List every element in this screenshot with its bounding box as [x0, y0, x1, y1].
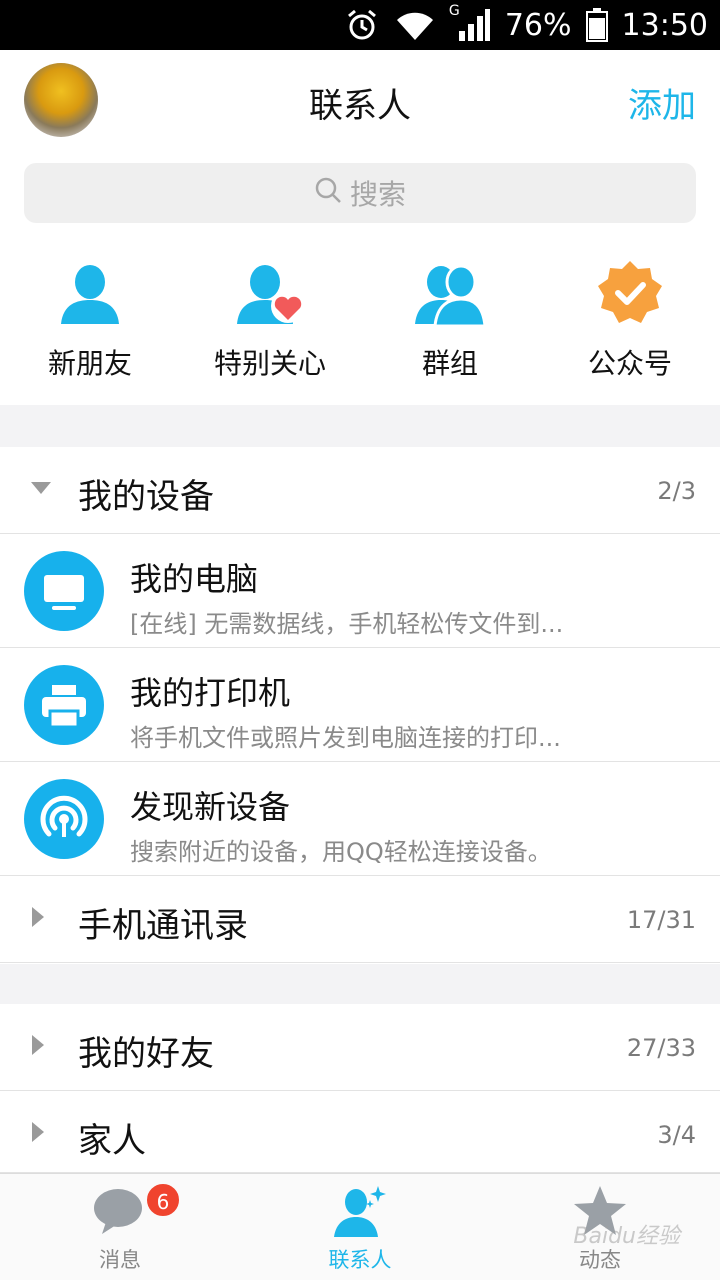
person-icon — [55, 258, 125, 328]
device-my-printer[interactable]: 我的打印机 将手机文件或照片发到电脑连接的打印... — [0, 648, 720, 762]
status-bar: G 76% 13:50 — [0, 0, 720, 50]
unread-badge: 6 — [145, 1182, 181, 1218]
group-phone-contacts[interactable]: 手机通讯录 17/31 — [0, 876, 720, 963]
search-icon — [314, 176, 342, 211]
chevron-right-icon — [30, 1034, 46, 1060]
clock-time: 13:50 — [621, 7, 708, 43]
wifi-icon — [393, 8, 437, 42]
tab-contacts[interactable]: 联系人 — [270, 1174, 450, 1280]
quick-item-special-care[interactable]: 特别关心 — [180, 250, 360, 405]
header: 联系人 添加 — [0, 50, 720, 150]
watermark: Baidu经验 — [573, 1224, 680, 1249]
alarm-icon — [345, 8, 379, 42]
radar-icon — [24, 779, 104, 859]
verified-badge-icon — [595, 258, 665, 328]
quick-item-new-friends[interactable]: 新朋友 — [0, 250, 180, 405]
device-my-computer[interactable]: 我的电脑 [在线] 无需数据线，手机轻松传文件到... — [0, 534, 720, 648]
contacts-icon — [332, 1184, 388, 1238]
tab-messages[interactable]: 6 消息 — [30, 1174, 210, 1280]
group-icon — [415, 258, 487, 328]
section-divider — [0, 405, 720, 447]
group-my-devices[interactable]: 我的设备 2/3 — [0, 447, 720, 534]
quick-item-groups[interactable]: 群组 — [360, 250, 540, 405]
quick-access-row: 新朋友 特别关心 群组 公众号 — [0, 250, 720, 405]
group-family[interactable]: 家人 3/4 — [0, 1091, 720, 1173]
search-input[interactable]: 搜索 — [24, 163, 696, 223]
battery-percent: 76% — [504, 7, 572, 43]
chat-bubble-icon — [92, 1184, 148, 1238]
page-title: 联系人 — [309, 86, 411, 126]
group-my-friends[interactable]: 我的好友 27/33 — [0, 1004, 720, 1091]
add-button[interactable]: 添加 — [628, 78, 696, 127]
quick-item-official-accounts[interactable]: 公众号 — [540, 250, 720, 405]
chevron-right-icon — [30, 906, 46, 932]
battery-icon — [585, 8, 608, 42]
signal-icon: G — [449, 3, 491, 43]
person-heart-icon — [235, 258, 305, 328]
monitor-icon — [24, 551, 104, 631]
chevron-down-icon — [30, 480, 52, 500]
printer-icon — [24, 665, 104, 745]
search-placeholder: 搜索 — [349, 178, 406, 211]
device-discover-new[interactable]: 发现新设备 搜索附近的设备，用QQ轻松连接设备。 — [0, 762, 720, 876]
section-divider — [0, 964, 720, 1004]
chevron-right-icon — [30, 1121, 46, 1147]
